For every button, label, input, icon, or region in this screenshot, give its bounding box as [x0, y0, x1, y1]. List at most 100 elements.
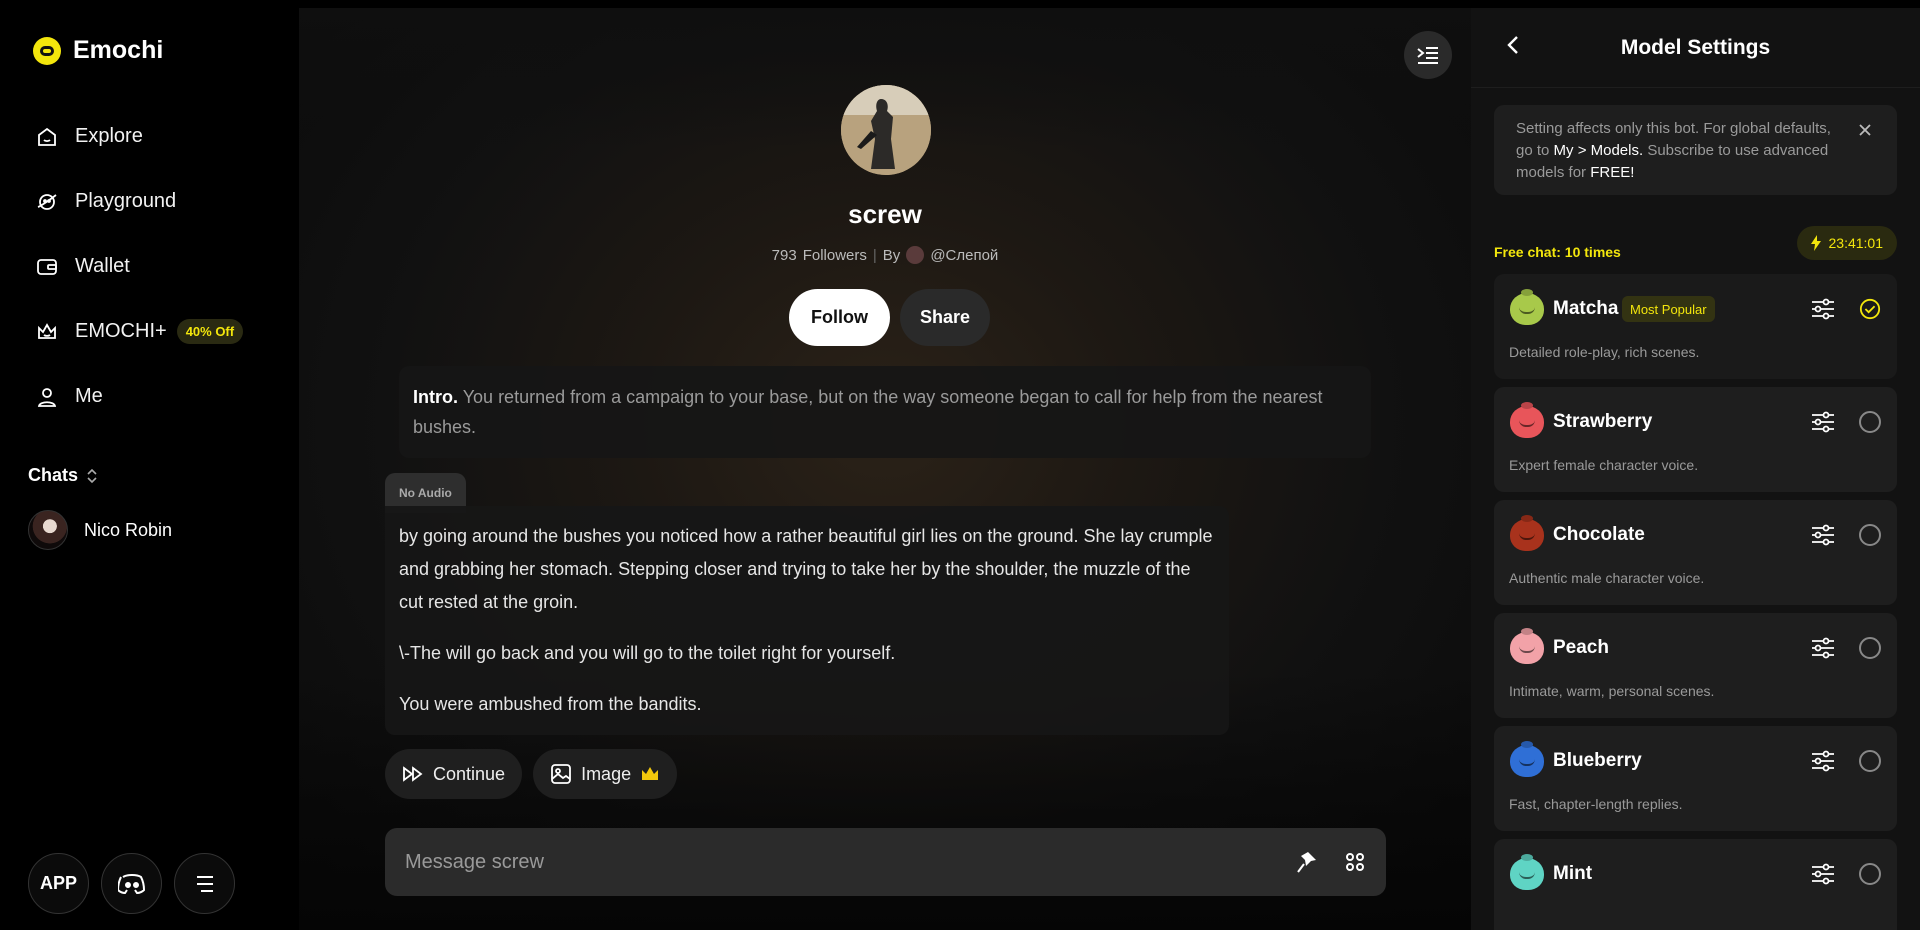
meta-divider: |	[872, 246, 877, 264]
tune-sliders-icon[interactable]	[1810, 410, 1836, 434]
intro-card: Intro. You returned from a campaign to y…	[399, 366, 1371, 458]
selected-check-icon[interactable]	[1859, 298, 1881, 320]
panel-header: Model Settings	[1471, 8, 1920, 88]
share-button[interactable]: Share	[900, 289, 991, 346]
menu-button[interactable]	[174, 853, 235, 914]
settings-notice: Setting affects only this bot. For globa…	[1494, 105, 1897, 195]
toggle-panel-button[interactable]	[1404, 31, 1452, 79]
by-label: By	[882, 246, 901, 264]
model-description: Detailed role-play, rich scenes.	[1509, 344, 1700, 360]
nav-label: Playground	[75, 190, 177, 212]
model-name: Mint	[1553, 863, 1593, 884]
message-composer	[385, 828, 1386, 896]
followers-label: Followers	[802, 246, 867, 264]
brand[interactable]: Emochi	[33, 36, 163, 65]
bot-meta: 793 Followers | By @Слепой	[299, 246, 1471, 264]
tune-sliders-icon[interactable]	[1810, 862, 1836, 886]
chat-area: screw 793 Followers | By @Слепой Follow …	[299, 8, 1471, 930]
model-name: Matcha	[1553, 298, 1619, 319]
pin-icon[interactable]	[1296, 850, 1318, 874]
emochi-logo-icon	[33, 36, 61, 65]
nav-item-playground[interactable]: Playground	[28, 169, 278, 234]
nav-item-explore[interactable]: Explore	[28, 104, 278, 169]
bot-name: screw	[848, 199, 922, 229]
home-icon	[38, 127, 56, 146]
menu-icon	[196, 875, 213, 892]
model-card-blueberry[interactable]: Blueberry Fast, chapter-length replies.	[1494, 726, 1897, 831]
notice-free: FREE!	[1590, 164, 1635, 181]
bot-message: by going around the bushes you noticed h…	[385, 506, 1229, 735]
model-radio[interactable]	[1859, 524, 1881, 546]
tune-sliders-icon[interactable]	[1810, 749, 1836, 773]
mint-icon	[1510, 858, 1544, 890]
message-input[interactable]	[405, 850, 1296, 874]
discord-button[interactable]	[101, 853, 162, 914]
model-card-matcha[interactable]: Matcha Most Popular Detailed role-play, …	[1494, 274, 1897, 379]
main-nav: Explore Playground Wallet EMOCHI+ 40% Of…	[28, 104, 278, 429]
model-description: Authentic male character voice.	[1509, 570, 1705, 586]
model-card-strawberry[interactable]: Strawberry Expert female character voice…	[1494, 387, 1897, 492]
lightning-icon	[1810, 235, 1821, 251]
sort-chevrons-icon	[87, 468, 97, 483]
discount-badge: 40% Off	[176, 319, 244, 344]
bot-avatar[interactable]	[841, 85, 931, 175]
intro-text: You returned from a campaign to your bas…	[413, 387, 1323, 437]
bot-avatar-image	[841, 85, 931, 175]
tune-sliders-icon[interactable]	[1810, 523, 1836, 547]
chat-name: Nico Robin	[84, 519, 173, 540]
continue-button[interactable]: Continue	[385, 749, 523, 799]
planet-icon	[37, 193, 57, 210]
continue-label: Continue	[433, 763, 506, 784]
follow-button[interactable]: Follow	[789, 289, 890, 346]
model-name: Blueberry	[1553, 750, 1642, 771]
nav-label: EMOCHI+	[75, 320, 167, 342]
intro-label: Intro.	[413, 387, 458, 407]
free-chat-count: Free chat: 10 times	[1494, 244, 1621, 260]
brand-name: Emochi	[73, 36, 164, 64]
image-button[interactable]: Image	[533, 749, 678, 799]
message-paragraph: by going around the bushes you noticed h…	[399, 526, 1213, 612]
nav-label: Explore	[75, 125, 143, 147]
nav-item-wallet[interactable]: Wallet	[28, 234, 278, 299]
countdown-timer: 23:41:01	[1796, 226, 1897, 260]
peach-icon	[1510, 632, 1544, 664]
app-button[interactable]: APP	[28, 853, 89, 914]
matcha-icon	[1510, 293, 1544, 325]
model-name: Strawberry	[1553, 411, 1653, 432]
model-description: Fast, chapter-length replies.	[1509, 796, 1683, 812]
close-icon[interactable]	[1858, 123, 1872, 137]
chocolate-icon	[1510, 519, 1544, 551]
blueberry-icon	[1510, 745, 1544, 777]
user-icon	[37, 387, 57, 407]
message-paragraph: You were ambushed from the bandits.	[399, 694, 702, 714]
image-label: Image	[581, 763, 632, 784]
avatar	[28, 510, 68, 550]
nav-item-emochi-plus[interactable]: EMOCHI+ 40% Off	[28, 299, 278, 364]
model-radio[interactable]	[1859, 411, 1881, 433]
message-paragraph: \-The will go back and you will go to th…	[399, 643, 896, 663]
model-radio[interactable]	[1859, 750, 1881, 772]
profile-actions: Follow Share	[789, 289, 991, 346]
model-description: Intimate, warm, personal scenes.	[1509, 683, 1715, 699]
model-card-peach[interactable]: Peach Intimate, warm, personal scenes.	[1494, 613, 1897, 718]
model-card-mint[interactable]: Mint	[1494, 839, 1897, 930]
model-settings-panel: Model Settings Setting affects only this…	[1471, 8, 1920, 930]
nav-item-me[interactable]: Me	[28, 364, 278, 429]
chat-list-item[interactable]: Nico Robin	[28, 510, 172, 550]
message-actions: Continue Image	[385, 749, 678, 799]
sidebar-bottom-buttons: APP	[28, 853, 235, 914]
panel-title: Model Settings	[1620, 36, 1771, 59]
model-radio[interactable]	[1859, 637, 1881, 659]
author-name[interactable]: @Слепой	[930, 247, 998, 264]
most-popular-badge: Most Popular	[1622, 296, 1715, 322]
tune-sliders-icon[interactable]	[1810, 297, 1836, 321]
model-card-chocolate[interactable]: Chocolate Authentic male character voice…	[1494, 500, 1897, 605]
discord-icon	[117, 873, 145, 894]
tune-sliders-icon[interactable]	[1810, 636, 1836, 660]
notice-link[interactable]: My > Models.	[1554, 142, 1644, 159]
apps-grid-icon[interactable]	[1344, 851, 1366, 873]
chats-heading[interactable]: Chats	[28, 465, 98, 486]
wallet-icon	[37, 258, 57, 275]
nav-label: Wallet	[75, 255, 130, 277]
model-radio[interactable]	[1859, 863, 1881, 885]
